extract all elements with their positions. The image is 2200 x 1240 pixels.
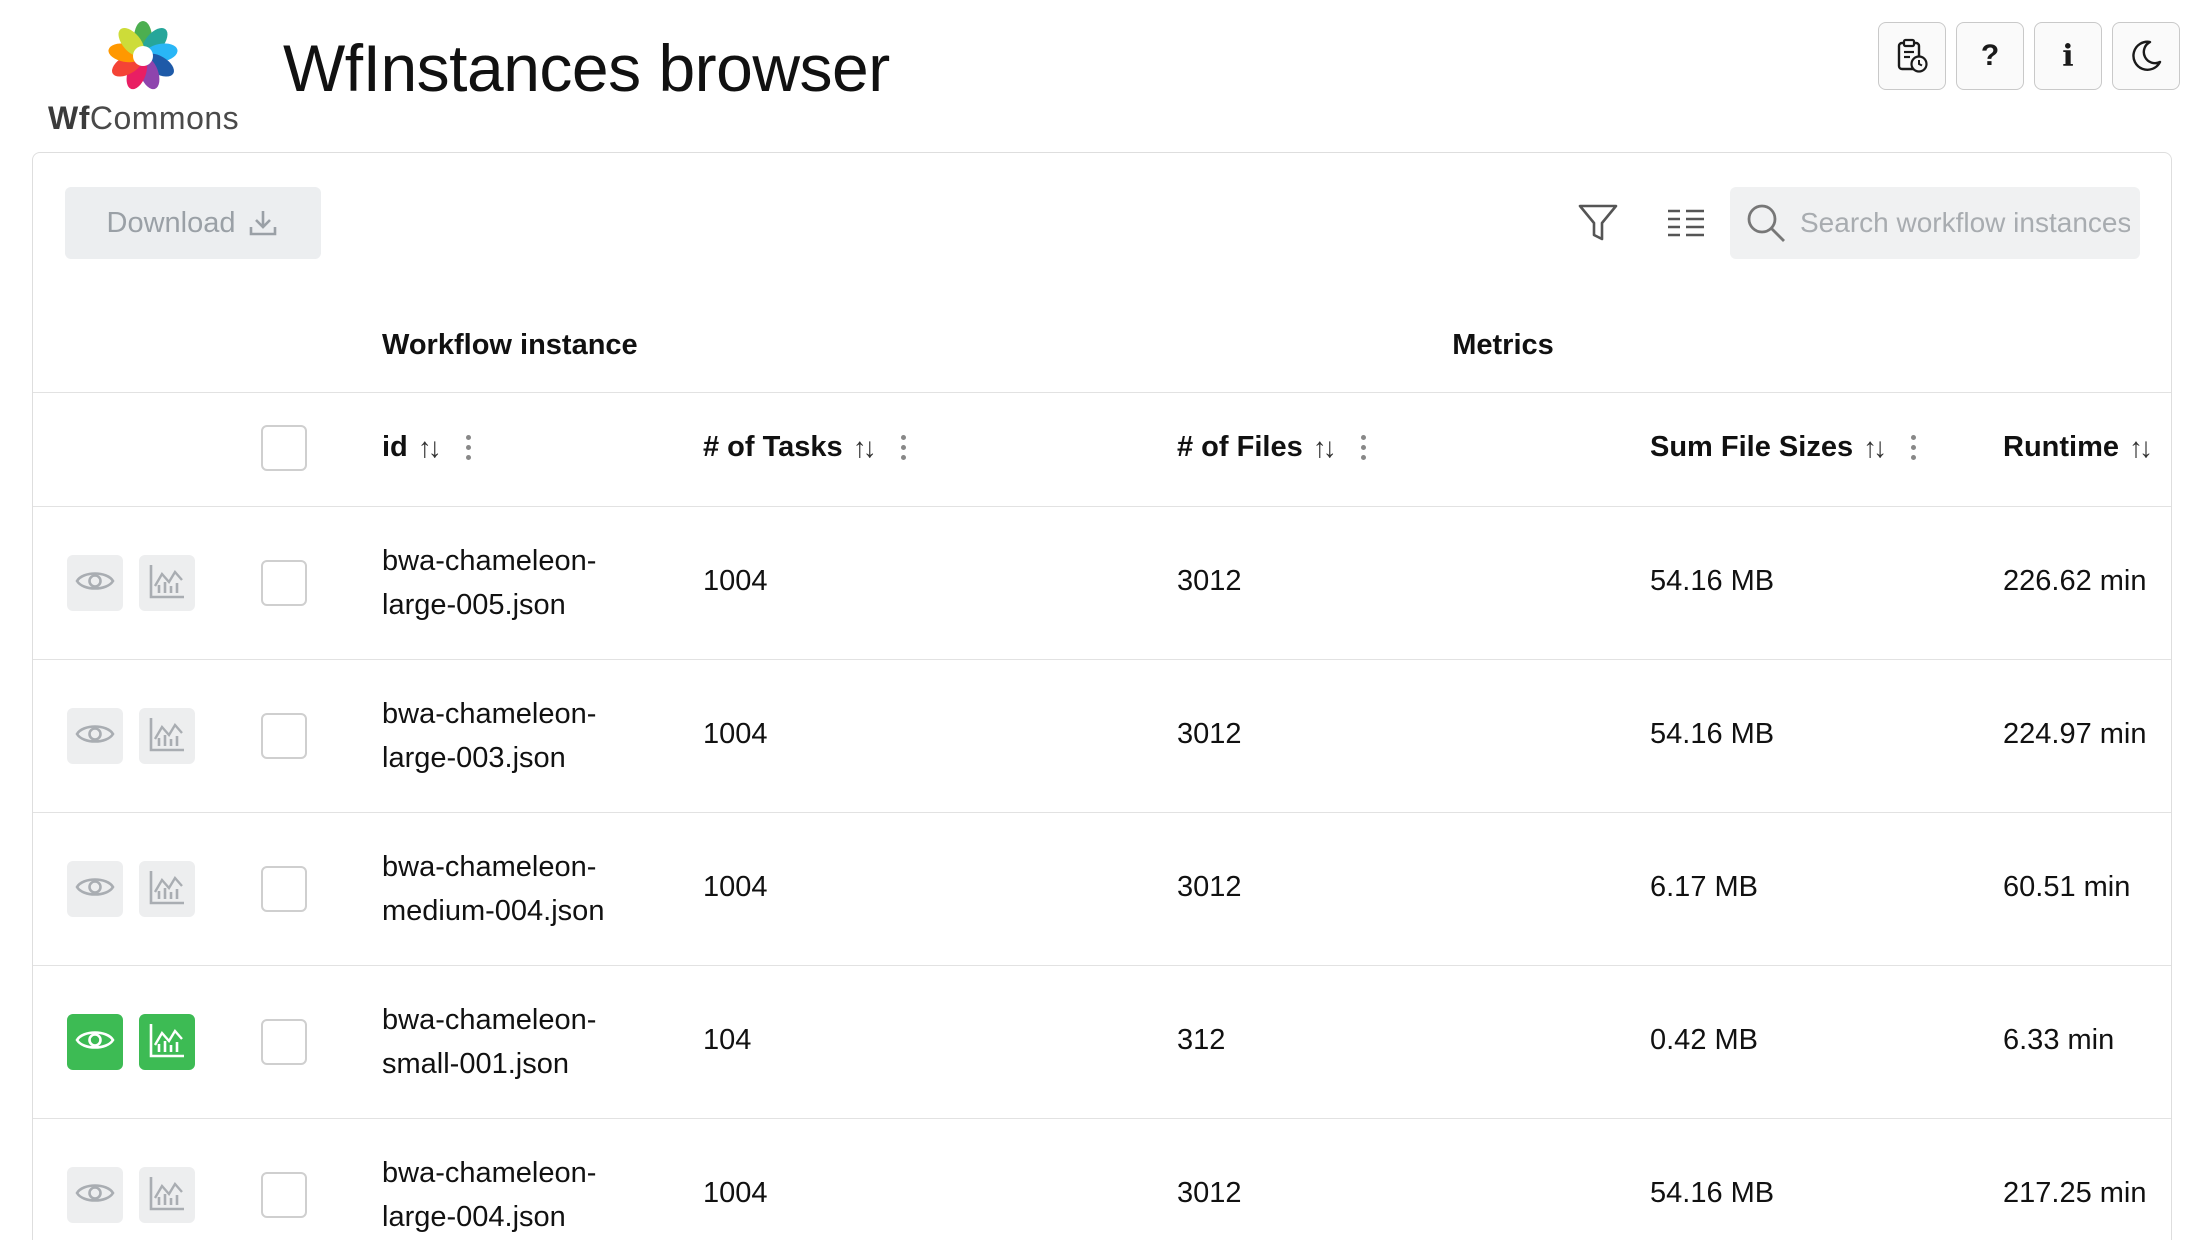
cell-files: 3012 [1177,565,1242,597]
cell-runtime: 60.51 min [2003,871,2131,903]
sort-icon[interactable]: ↑↓ [2129,432,2153,464]
sort-icon[interactable]: ↑↓ [1313,432,1337,464]
chart-icon [148,1174,186,1217]
download-label: Download [106,206,236,239]
chart-icon [148,1021,186,1064]
download-button[interactable]: Download [65,187,321,259]
help-button[interactable]: ? [1956,22,2024,90]
column-menu-icon[interactable] [900,435,906,460]
group-metrics: Metrics [1452,329,1554,361]
row-checkbox[interactable] [261,1019,307,1065]
column-menu-icon[interactable] [1360,435,1366,460]
col-files[interactable]: # of Files ↑↓ [1177,431,1366,464]
cell-runtime: 217.25 min [2003,1177,2147,1209]
eye-icon [75,1027,115,1058]
table-row: bwa-chameleon- large-005.json 1004 3012 … [33,507,2171,660]
header-actions: ? i [1878,22,2180,90]
wfcommons-flower-icon [108,21,178,90]
cell-files: 3012 [1177,871,1242,903]
search-box[interactable] [1730,187,2140,259]
cell-files: 3012 [1177,1177,1242,1209]
search-input[interactable] [1800,207,2130,239]
column-menu-icon[interactable] [1911,435,1917,460]
wfcommons-logo[interactable]: WfCommons [48,16,240,136]
cell-id: bwa-chameleon- large-003.json [382,698,597,774]
row-checkbox[interactable] [261,866,307,912]
eye-icon [75,568,115,599]
row-checkbox[interactable] [261,1172,307,1218]
table-row: bwa-chameleon- medium-004.json 1004 3012… [33,813,2171,966]
chart-icon [148,562,186,605]
view-instance-button[interactable] [67,708,123,764]
columns-toggle-icon[interactable] [1664,201,1708,245]
view-chart-button[interactable] [139,708,195,764]
view-instance-button[interactable] [67,1014,123,1070]
cell-runtime: 226.62 min [2003,565,2147,597]
column-menu-icon[interactable] [465,435,471,460]
sort-icon[interactable]: ↑↓ [418,432,442,464]
view-instance-button[interactable] [67,555,123,611]
view-instance-button[interactable] [67,1167,123,1223]
cell-tasks: 1004 [703,565,768,597]
col-tasks[interactable]: # of Tasks ↑↓ [703,431,906,464]
table-row: bwa-chameleon- large-004.json 1004 3012 … [33,1119,2171,1240]
col-sum-file-sizes[interactable]: Sum File Sizes ↑↓ [1650,431,1917,464]
download-icon [250,211,277,236]
view-chart-button[interactable] [139,555,195,611]
cell-sum-file-sizes: 54.16 MB [1650,565,1775,597]
cell-sum-file-sizes: 0.42 MB [1650,1024,1758,1056]
col-runtime[interactable]: Runtime ↑↓ [2003,431,2153,464]
page-title: WfInstances browser [283,31,890,105]
theme-toggle-button[interactable] [2112,22,2180,90]
view-instance-button[interactable] [67,861,123,917]
view-chart-button[interactable] [139,1014,195,1070]
sort-icon[interactable]: ↑↓ [1863,432,1887,464]
table-row: bwa-chameleon- large-003.json 1004 3012 … [33,660,2171,813]
view-chart-button[interactable] [139,861,195,917]
column-header-row: id ↑↓ # of Tasks ↑↓ # of Files ↑↓ Sum Fi… [33,393,2171,507]
cell-files: 3012 [1177,718,1242,750]
chart-icon [148,868,186,911]
select-all-checkbox[interactable] [261,425,307,471]
cell-sum-file-sizes: 6.17 MB [1650,871,1758,903]
eye-icon [75,874,115,905]
changelog-button[interactable] [1878,22,1946,90]
col-id[interactable]: id ↑↓ [382,431,471,464]
eye-icon [75,1180,115,1211]
logo-text: WfCommons [48,100,240,136]
group-workflow-instance: Workflow instance [382,329,638,361]
table-toolbar: Download [33,153,2171,293]
moon-icon [2132,40,2162,71]
row-checkbox[interactable] [261,560,307,606]
view-chart-button[interactable] [139,1167,195,1223]
cell-runtime: 224.97 min [2003,718,2147,750]
cell-sum-file-sizes: 54.16 MB [1650,718,1775,750]
sort-icon[interactable]: ↑↓ [853,432,877,464]
column-groups: Workflow instance Metrics [33,293,2171,393]
cell-runtime: 6.33 min [2003,1024,2115,1056]
cell-tasks: 1004 [703,871,768,903]
filter-icon[interactable] [1576,201,1620,245]
clipboard-clock-icon [1897,38,1928,73]
cell-tasks: 1004 [703,1177,768,1209]
cell-id: bwa-chameleon- medium-004.json [382,851,605,927]
cell-id: bwa-chameleon- small-001.json [382,1004,597,1080]
chart-icon [148,715,186,758]
cell-files: 312 [1177,1024,1226,1056]
instances-table-panel: Download Search workflow instances Workf… [32,152,2172,1240]
cell-sum-file-sizes: 54.16 MB [1650,1177,1775,1209]
row-checkbox[interactable] [261,713,307,759]
search-icon [1747,204,1785,242]
eye-icon [75,721,115,752]
cell-id: bwa-chameleon- large-004.json [382,1157,597,1233]
cell-tasks: 1004 [703,718,768,750]
cell-tasks: 104 [703,1024,752,1056]
cell-id: bwa-chameleon- large-005.json [382,545,597,621]
table-row: bwa-chameleon- small-001.json 104 312 0.… [33,966,2171,1119]
info-button[interactable]: i [2034,22,2102,90]
